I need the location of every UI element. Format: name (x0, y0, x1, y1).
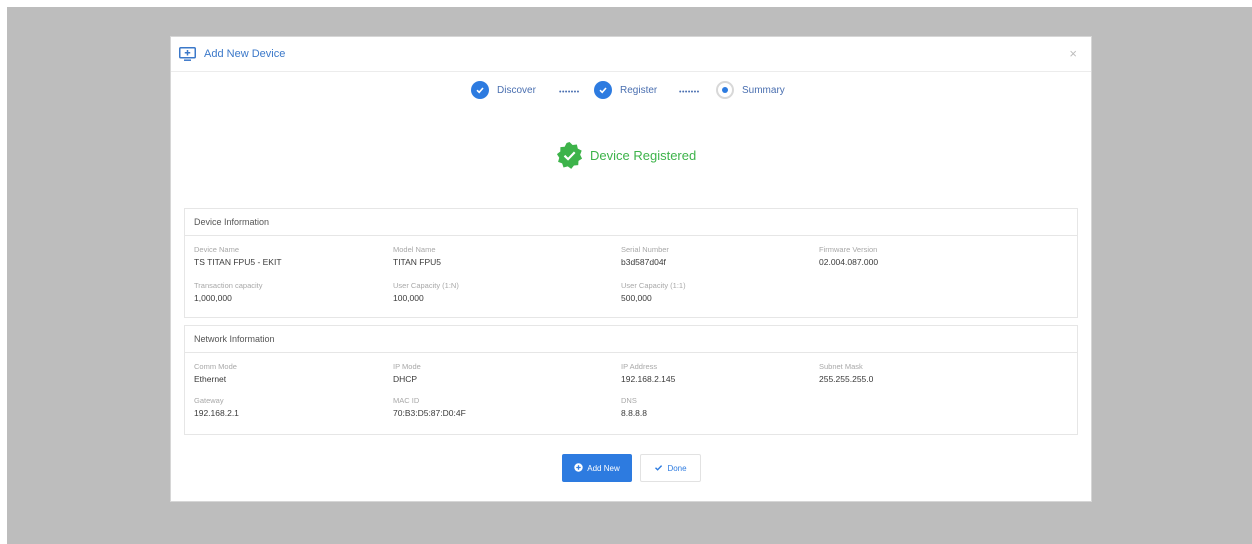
plus-circle-icon (574, 462, 583, 474)
field-serial-number: Serial Number b3d587d04f (621, 245, 669, 267)
status-text: Device Registered (590, 148, 697, 163)
section-title: Device Information (185, 209, 1077, 236)
add-device-modal: Add New Device × Discover ••••••• Regist… (170, 36, 1092, 502)
section-title: Network Information (185, 326, 1077, 353)
field-user-capacity-11: User Capacity (1:1) 500,000 (621, 281, 686, 303)
field-mac-id: MAC ID 70:B3:D5:87:D0:4F (393, 396, 466, 418)
step-label: Register (620, 84, 658, 96)
check-icon (654, 463, 663, 474)
check-icon (594, 81, 612, 99)
field-model-name: Model Name TITAN FPU5 (393, 245, 442, 267)
network-information-section: Network Information Comm Mode Ethernet I… (184, 325, 1078, 435)
field-comm-mode: Comm Mode Ethernet (194, 362, 237, 384)
modal-header: Add New Device × (171, 37, 1091, 72)
field-firmware-version: Firmware Version 02.004.087.000 (819, 245, 879, 267)
active-step-icon (716, 81, 734, 99)
done-label: Done (667, 463, 687, 473)
step-register[interactable]: Register (594, 81, 657, 99)
step-label: Discover (497, 84, 536, 96)
device-add-icon (179, 47, 196, 61)
verified-badge-icon (556, 141, 583, 169)
registration-status: Device Registered (555, 141, 696, 170)
field-subnet-mask: Subnet Mask 255.255.255.0 (819, 362, 874, 384)
add-new-button[interactable]: Add New (562, 454, 632, 482)
field-dns: DNS 8.8.8.8 (621, 396, 647, 418)
close-icon[interactable]: × (1069, 46, 1077, 61)
field-device-name: Device Name TS TITAN FPU5 - EKIT (194, 245, 282, 267)
step-summary[interactable]: Summary (716, 81, 785, 99)
add-new-label: Add New (587, 463, 620, 473)
step-discover[interactable]: Discover (471, 81, 536, 99)
step-label: Summary (742, 84, 785, 96)
done-button[interactable]: Done (640, 454, 701, 482)
device-information-section: Device Information Device Name TS TITAN … (184, 208, 1078, 318)
step-connector: ••••••• (559, 89, 580, 96)
field-transaction-capacity: Transaction capacity 1,000,000 (194, 281, 263, 303)
modal-title: Add New Device (204, 48, 286, 60)
check-icon (471, 81, 489, 99)
field-ip-address: IP Address 192.168.2.145 (621, 362, 676, 384)
step-connector: ••••••• (679, 89, 700, 96)
wizard-stepper: Discover ••••••• Register ••••••• Summar… (471, 81, 801, 101)
field-gateway: Gateway 192.168.2.1 (194, 396, 239, 418)
field-ip-mode: IP Mode DHCP (393, 362, 421, 384)
field-user-capacity-1n: User Capacity (1:N) 100,000 (393, 281, 459, 303)
